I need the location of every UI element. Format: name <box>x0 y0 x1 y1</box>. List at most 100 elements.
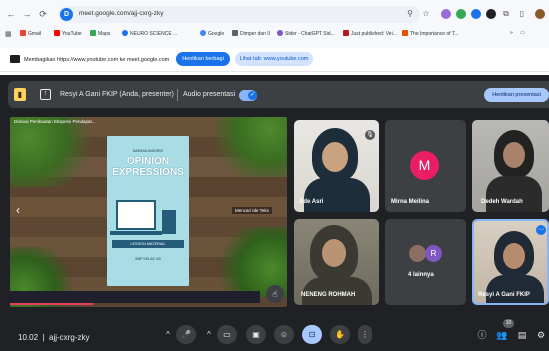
raise-hand-button[interactable]: ✋ <box>330 325 350 344</box>
chevron-left-icon[interactable]: ‹ <box>16 203 20 217</box>
extension-icon[interactable] <box>456 9 466 19</box>
youtube-icon <box>54 30 60 36</box>
divider <box>177 89 178 101</box>
gmail-icon <box>20 30 26 36</box>
reload-icon[interactable]: ⟳ <box>38 9 48 19</box>
screen-share-icon <box>10 55 20 63</box>
others-count-label: 4 lainnya <box>408 272 434 278</box>
face-figure <box>503 243 525 269</box>
present-to-all-icon: ▮ <box>14 88 26 101</box>
body-figure <box>486 176 542 212</box>
forward-icon[interactable]: → <box>22 9 32 19</box>
presentation-audio-label: Audio presentasi <box>183 91 236 98</box>
side-panel-icon[interactable]: ▯ <box>517 9 527 19</box>
all-bookmarks-folder-icon[interactable]: ▭ <box>520 30 525 36</box>
laptop-illustration <box>116 200 156 230</box>
participant-tile-others[interactable]: R <box>385 219 466 305</box>
face-figure <box>322 142 348 172</box>
microphone-icon: 🎤 <box>181 330 191 339</box>
leaves-decoration <box>10 117 105 187</box>
profile-avatar[interactable] <box>535 9 545 19</box>
bookmark-page-icon <box>402 30 408 36</box>
chevron-right-icon: » <box>510 30 513 36</box>
bookmark-youtube[interactable]: YouTube <box>54 30 82 37</box>
participant-name: NENENG ROHMAH <box>301 292 356 298</box>
google-icon <box>200 30 206 36</box>
body-figure <box>486 275 544 303</box>
bookmark-google[interactable]: Google <box>200 30 224 37</box>
extensions-puzzle-icon[interactable]: ⧉ <box>501 9 511 19</box>
bookmark-just-published[interactable]: Just published: Vei... <box>343 30 397 37</box>
bookmark-star-icon[interactable]: ☆ <box>421 9 431 19</box>
camera-icon: ▭ <box>223 330 231 339</box>
participant-name: Mirna Meilina <box>391 199 430 205</box>
more-options-button[interactable]: ⋮ <box>358 325 372 344</box>
activities-icon[interactable]: ⚙ <box>535 329 547 341</box>
video-progress-fill[interactable] <box>10 303 93 305</box>
chevron-up-icon[interactable]: ^ <box>162 325 174 344</box>
presenting-arrow-icon: ↑ <box>40 89 51 100</box>
people-count-badge: 10 <box>503 319 514 328</box>
participant-name: Ade Asri <box>299 199 324 205</box>
captions-icon: ▣ <box>252 330 260 339</box>
hand-icon: ✋ <box>335 330 345 339</box>
bookmark-neuro-science[interactable]: NEURO SCIENCE ... <box>122 30 177 37</box>
bookmark-more[interactable]: » <box>510 30 513 36</box>
body-figure <box>302 277 372 305</box>
camera-button[interactable]: ▭ <box>217 325 237 344</box>
emoji-icon: ☺ <box>279 330 289 339</box>
pointer-hand-icon[interactable]: ☝ <box>266 285 284 303</box>
check-icon: ✓ <box>248 91 257 100</box>
mic-off-icon: 🎙 <box>365 130 375 140</box>
bookmark-gmail[interactable]: Gmail <box>20 30 41 37</box>
slide-subject: BAHASA INGGRIS <box>133 149 163 153</box>
participant-avatar: R <box>425 245 442 262</box>
meeting-info-icon[interactable]: ⓘ <box>476 329 488 341</box>
laptop-base-illustration <box>110 231 162 235</box>
extension-icon[interactable] <box>486 9 496 19</box>
maps-icon <box>90 30 96 36</box>
stop-presenting-button[interactable]: Hentikan presentasi <box>484 88 549 102</box>
video-title: Diskusi Pembuatan Ekspresi Pendapat... <box>14 119 96 124</box>
apps-grid-icon[interactable]: ▦ <box>5 30 12 38</box>
more-vert-icon: ⋮ <box>361 330 369 339</box>
extension-icon[interactable] <box>471 9 481 19</box>
body-figure <box>304 178 370 212</box>
view-tab-button[interactable]: Lihat tab: www.youtube.com <box>235 52 313 66</box>
chat-icon[interactable]: ▤ <box>516 329 528 341</box>
captions-button[interactable]: ▣ <box>246 325 266 344</box>
bookmark-sider[interactable]: Sider - ChatGPT Sid... <box>277 30 335 37</box>
bookmark-maps[interactable]: Maps <box>90 30 110 37</box>
slide-title: OPINION EXPRESSIONS <box>112 156 184 178</box>
presenter-label: Resyi A Gani FKIP (Anda, presenter) <box>60 91 174 98</box>
sider-icon <box>277 30 283 36</box>
participant-name: Dedeh Wardah <box>481 199 523 205</box>
meeting-time-code: 10.02 | ajj-cxrg-zky <box>18 333 90 342</box>
microphone-button[interactable]: 🎤 <box>176 325 196 344</box>
people-icon[interactable]: 👥 <box>496 329 508 341</box>
chevron-up-icon[interactable]: ^ <box>203 325 215 344</box>
bookmark-folder[interactable]: Dimper dan II <box>232 30 270 37</box>
bookmark-importance[interactable]: The Importance of T... <box>402 30 459 37</box>
more-options-icon[interactable]: ⋯ <box>536 225 546 235</box>
present-button[interactable]: ⊡ <box>302 325 322 344</box>
present-screen-icon: ⊡ <box>308 330 316 339</box>
slide-tooltip: Mencari Ide Teks <box>232 207 272 214</box>
translate-icon[interactable]: ⚲ <box>405 9 415 19</box>
back-icon[interactable]: ← <box>6 9 16 19</box>
medium-icon <box>343 30 349 36</box>
extension-icon[interactable] <box>441 9 451 19</box>
video-controls-bar[interactable] <box>10 291 260 303</box>
participant-avatar: M <box>410 151 439 180</box>
face-figure <box>322 239 346 267</box>
stop-sharing-button[interactable]: Hentikan berbagi <box>176 52 230 66</box>
face-figure <box>503 142 525 168</box>
participant-name: Resyi A Gani FKIP <box>478 292 530 298</box>
folder-icon <box>232 30 238 36</box>
url-text[interactable]: meet.google.com/ajj-cxrg-zky <box>79 10 164 17</box>
leaves-decoration <box>200 117 287 177</box>
site-icon: D <box>60 8 73 21</box>
pen-cup-illustration <box>162 210 176 234</box>
emoji-button[interactable]: ☺ <box>274 325 294 344</box>
neuro-icon <box>122 30 128 36</box>
